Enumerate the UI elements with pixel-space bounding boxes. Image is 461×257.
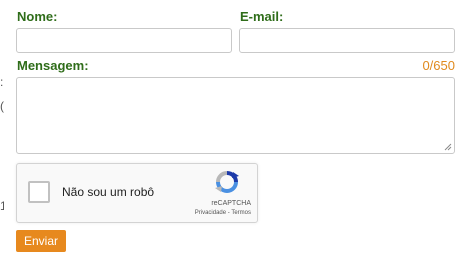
recaptcha-checkbox-label: Não sou um robô [62, 185, 155, 199]
email-label: E-mail: [240, 9, 284, 24]
edge-text-fragment: 1 [0, 199, 4, 213]
submit-button[interactable]: Enviar [16, 230, 67, 252]
edge-text-fragment: : [0, 75, 4, 89]
resize-handle-icon[interactable] [444, 143, 452, 151]
name-label: Nome: [17, 9, 58, 24]
recaptcha-widget: Não sou um robô reCAPTCHA Privacidade - … [16, 163, 258, 223]
message-textarea[interactable] [16, 77, 455, 154]
name-input[interactable] [16, 28, 232, 53]
terms-link[interactable]: Termos [231, 210, 251, 216]
recaptcha-links: Privacidade - Termos [195, 210, 251, 216]
email-input[interactable] [239, 28, 455, 53]
recaptcha-checkbox[interactable] [28, 181, 50, 203]
recaptcha-logo-icon [215, 171, 239, 193]
edge-text-fragment: ( [0, 99, 4, 113]
privacy-link[interactable]: Privacidade [195, 210, 226, 216]
message-label: Mensagem: [17, 58, 89, 73]
recaptcha-brand: reCAPTCHA [211, 200, 251, 207]
character-counter: 0/650 [422, 58, 455, 73]
